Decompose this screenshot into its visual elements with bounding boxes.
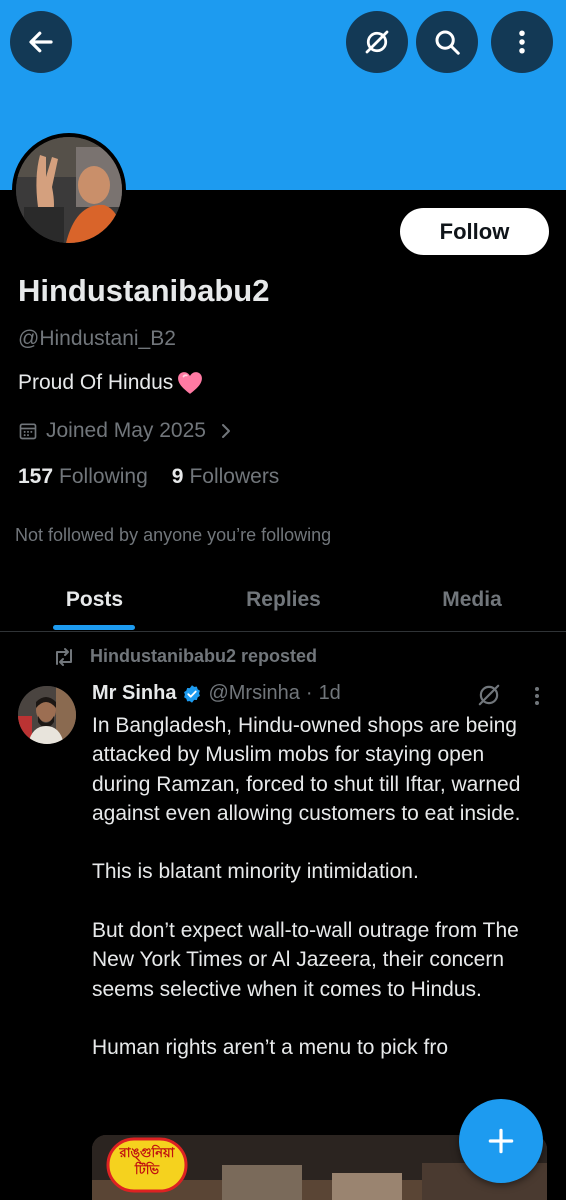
media-logo-text: রাঙ্গুনিয়া টিভি bbox=[119, 1146, 175, 1178]
grok-icon bbox=[365, 30, 389, 54]
post-author-avatar[interactable] bbox=[18, 686, 76, 744]
post-header: Mr Sinha @Mrsinha · 1d bbox=[92, 682, 341, 705]
joined-text: Joined May 2025 bbox=[46, 419, 206, 442]
grok-icon[interactable] bbox=[476, 682, 502, 708]
following-link[interactable]: 157 Following bbox=[18, 465, 148, 489]
tab-replies[interactable]: Replies bbox=[189, 570, 378, 630]
compose-post-button[interactable] bbox=[459, 1099, 543, 1183]
profile-avatar[interactable] bbox=[12, 133, 126, 247]
followers-count: 9 bbox=[171, 465, 184, 488]
post-paragraph: In Bangladesh, Hindu-owned shops are bei… bbox=[92, 714, 521, 825]
search-icon bbox=[435, 30, 460, 55]
following-label: Following bbox=[59, 465, 148, 488]
joined-date[interactable]: Joined May 2025 bbox=[18, 419, 234, 443]
search-button[interactable] bbox=[416, 11, 478, 73]
repost-indicator[interactable]: Hindustanibabu2 reposted bbox=[52, 646, 317, 667]
post-more-icon[interactable] bbox=[527, 684, 547, 708]
profile-tabs: Posts Replies Media bbox=[0, 570, 566, 632]
post-author-handle[interactable]: @Mrsinha bbox=[208, 682, 299, 705]
more-options-button[interactable] bbox=[491, 11, 553, 73]
grok-button[interactable] bbox=[346, 11, 408, 73]
meta-separator: · bbox=[305, 682, 313, 704]
post-paragraph: But don’t expect wall-to-wall outrage fr… bbox=[92, 919, 519, 1001]
profile-bio: Proud Of Hindus bbox=[18, 371, 203, 395]
verified-badge-icon bbox=[184, 684, 201, 703]
repost-icon bbox=[56, 647, 72, 666]
bio-text: Proud Of Hindus bbox=[18, 371, 174, 394]
arrow-left-icon bbox=[29, 31, 53, 53]
tab-posts[interactable]: Posts bbox=[0, 570, 189, 630]
avatar-photo bbox=[16, 137, 122, 243]
author-photo bbox=[18, 686, 76, 744]
follow-button[interactable]: Follow bbox=[400, 208, 549, 255]
chevron-right-icon bbox=[221, 424, 230, 438]
back-button[interactable] bbox=[10, 11, 72, 73]
post-time[interactable]: 1d bbox=[319, 682, 341, 705]
repost-text: Hindustanibabu2 reposted bbox=[90, 646, 318, 666]
display-name: Hindustanibabu2 bbox=[18, 273, 270, 308]
post-author-name[interactable]: Mr Sinha bbox=[92, 682, 176, 705]
plus-icon bbox=[488, 1128, 514, 1154]
follow-stats: 157 Following 9 Followers bbox=[18, 465, 279, 489]
post-paragraph: Human rights aren’t a menu to pick fro bbox=[92, 1036, 448, 1060]
heart-icon bbox=[178, 372, 203, 394]
calendar-icon bbox=[19, 423, 37, 440]
not-followed-notice: Not followed by anyone you’re following bbox=[15, 525, 332, 545]
post-text: In Bangladesh, Hindu-owned shops are bei… bbox=[92, 711, 542, 1092]
followers-link[interactable]: 9 Followers bbox=[172, 465, 280, 489]
active-tab-indicator bbox=[53, 625, 135, 630]
followers-label: Followers bbox=[189, 465, 280, 488]
following-count: 157 bbox=[18, 465, 54, 488]
profile-handle: @Hindustani_B2 bbox=[18, 327, 176, 350]
tab-media[interactable]: Media bbox=[378, 570, 566, 630]
post-paragraph: This is blatant minority intimidation. bbox=[92, 860, 419, 884]
more-vertical-icon bbox=[519, 30, 525, 54]
